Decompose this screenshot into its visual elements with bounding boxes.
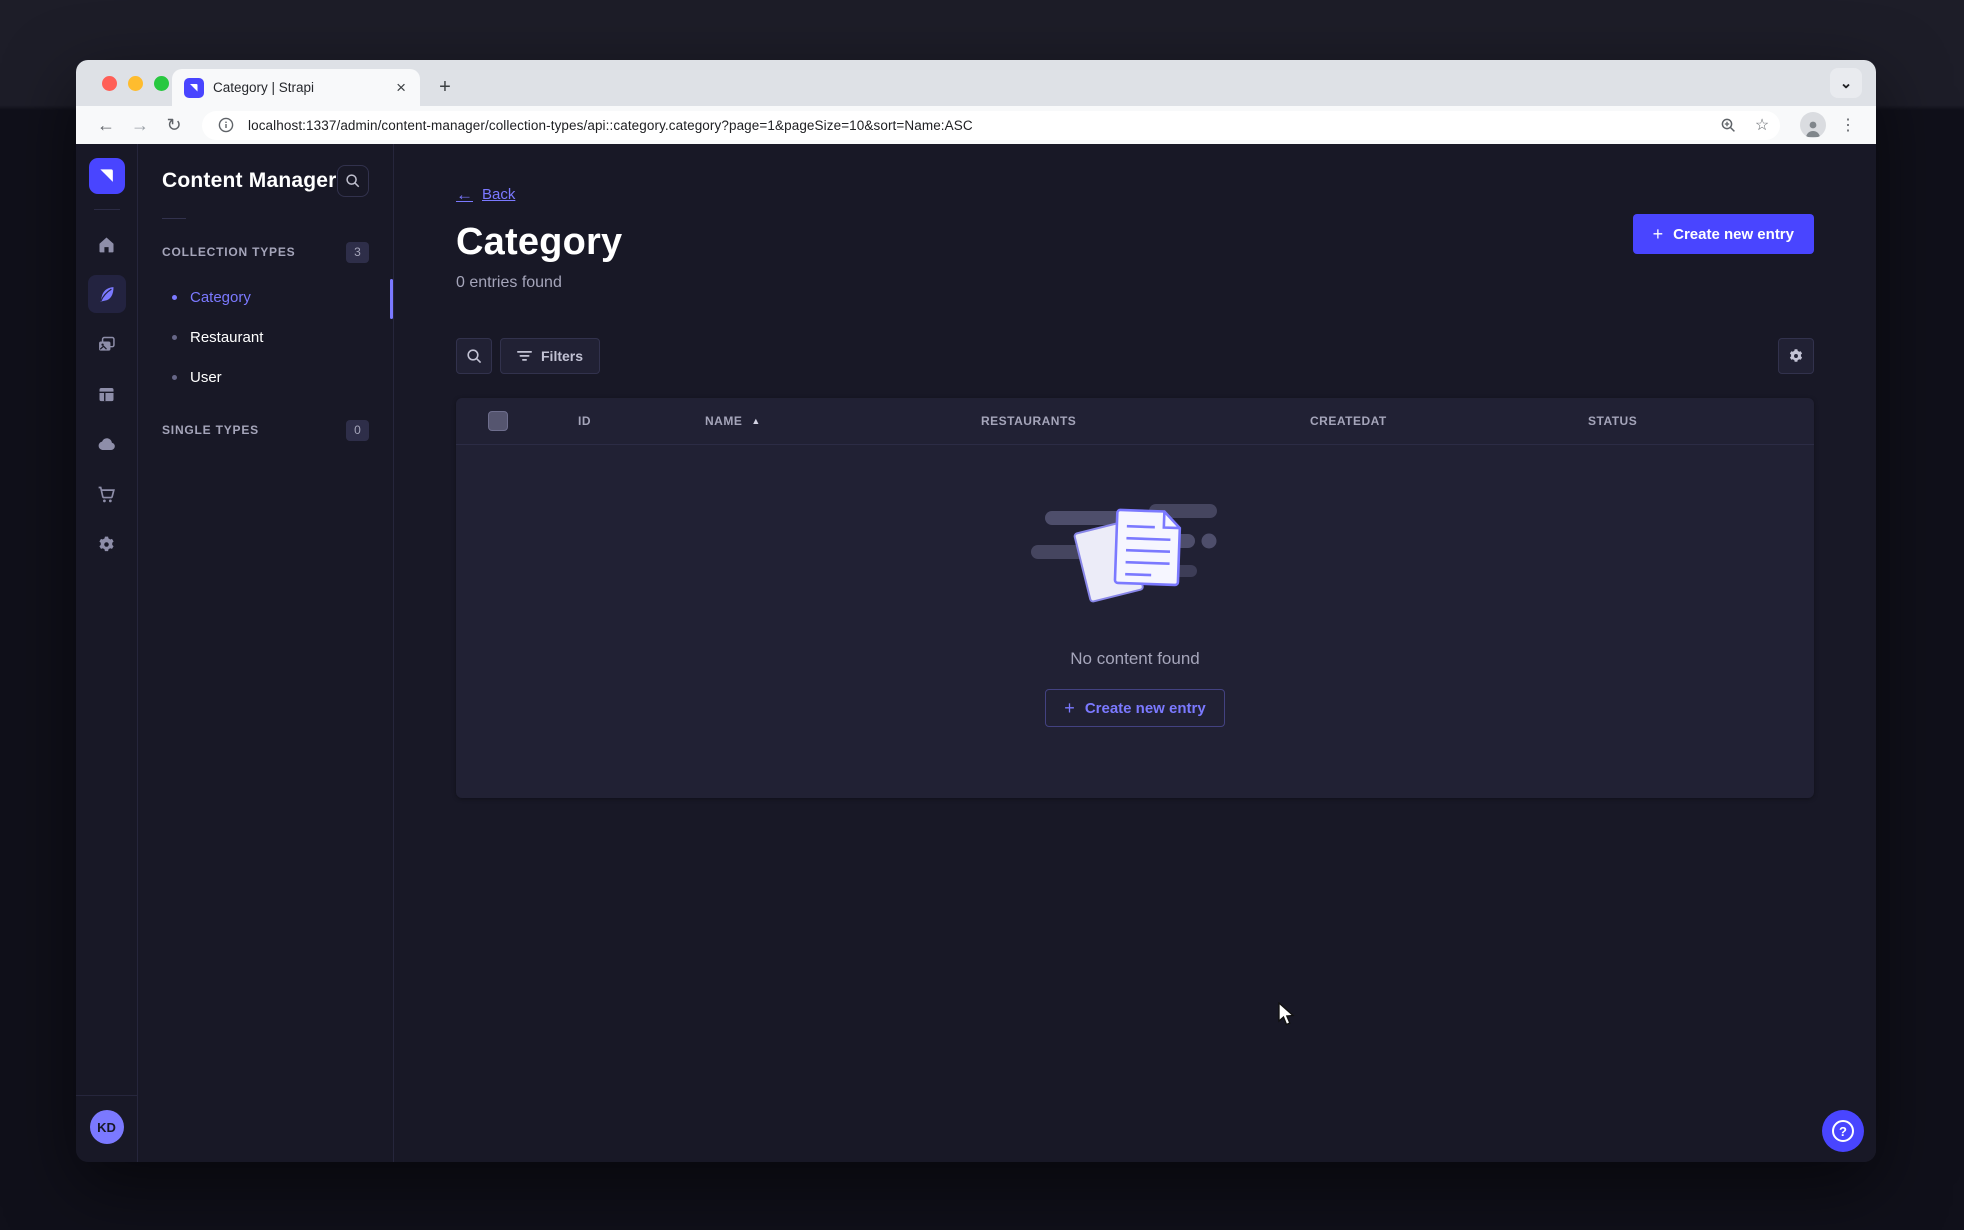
nav-content-type-builder-icon[interactable] — [88, 375, 126, 413]
bullet-icon — [172, 374, 177, 380]
entries-table: ID NAME ▲ RESTAURANTS CREATEDAT STATUS N… — [456, 398, 1814, 798]
nav-cloud-icon[interactable] — [88, 425, 126, 463]
collection-types-section: COLLECTION TYPES 3 — [138, 239, 393, 265]
column-header-restaurants[interactable]: RESTAURANTS — [981, 414, 1310, 428]
single-types-label: SINGLE TYPES — [162, 423, 259, 437]
nav-content-manager-icon[interactable] — [87, 275, 126, 313]
search-button[interactable] — [456, 338, 492, 374]
help-button[interactable]: ? — [1822, 1110, 1864, 1152]
column-header-createdat[interactable]: CREATEDAT — [1310, 414, 1588, 428]
new-tab-button[interactable]: + — [430, 72, 460, 102]
list-toolbar: Filters — [456, 338, 1814, 374]
page-title: Category — [456, 221, 623, 263]
filters-button[interactable]: Filters — [500, 338, 601, 374]
single-types-section: SINGLE TYPES 0 — [138, 417, 393, 443]
create-new-entry-label: Create new entry — [1673, 225, 1794, 243]
traffic-lights — [102, 60, 169, 106]
browser-menu-icon[interactable]: ⋮ — [1836, 115, 1860, 135]
column-header-status[interactable]: STATUS — [1588, 414, 1814, 428]
select-all-checkbox[interactable] — [488, 411, 508, 431]
nav-home-icon[interactable] — [88, 225, 126, 263]
bookmark-star-icon[interactable]: ☆ — [1750, 115, 1774, 135]
empty-state-create-label: Create new entry — [1084, 699, 1206, 717]
column-header-name-label: NAME — [705, 414, 743, 428]
nav-divider — [93, 209, 120, 210]
sidebar-item-label: User — [190, 368, 222, 386]
sidebar-item-category[interactable]: Category — [138, 277, 393, 317]
back-link[interactable]: ← Back — [456, 186, 515, 203]
empty-state-create-button[interactable]: + Create new entry — [1045, 689, 1225, 727]
back-arrow-icon: ← — [456, 185, 473, 204]
panel-title: Content Manager — [162, 169, 337, 192]
plus-icon: + — [1652, 224, 1664, 244]
nav-bottom-divider — [76, 1095, 138, 1096]
browser-tab-strip: Category | Strapi × + ⌄ — [76, 60, 1876, 106]
strapi-logo[interactable] — [88, 158, 125, 194]
close-window-button[interactable] — [102, 75, 117, 91]
minimize-window-button[interactable] — [128, 75, 143, 91]
browser-tab[interactable]: Category | Strapi × — [172, 69, 420, 106]
filter-icon — [517, 350, 532, 362]
zoom-window-button[interactable] — [154, 75, 169, 91]
bullet-icon — [172, 294, 177, 300]
active-item-indicator — [390, 279, 393, 319]
sidebar-item-user[interactable]: User — [138, 357, 393, 397]
panel-divider — [162, 218, 186, 219]
entries-count: 0 entries found — [456, 274, 562, 291]
browser-forward-icon[interactable]: → — [126, 115, 154, 136]
strapi-favicon — [184, 77, 204, 98]
bullet-icon — [172, 334, 177, 340]
view-settings-button[interactable] — [1778, 338, 1814, 374]
sidebar-item-label: Restaurant — [190, 328, 264, 346]
plus-icon: + — [1064, 698, 1075, 718]
collection-types-count-badge: 3 — [346, 241, 369, 263]
tab-title: Category | Strapi — [213, 80, 315, 95]
collection-types-label: COLLECTION TYPES — [162, 245, 296, 259]
tab-search-chevron-icon[interactable]: ⌄ — [1830, 68, 1862, 98]
sidebar-item-restaurant[interactable]: Restaurant — [138, 317, 393, 357]
no-content-illustration — [1031, 504, 1217, 603]
table-header-row: ID NAME ▲ RESTAURANTS CREATEDAT STATUS — [456, 398, 1814, 445]
main-content: ← Back Category 0 entries found + Create… — [394, 144, 1876, 1162]
site-info-icon[interactable] — [214, 117, 238, 133]
empty-state-message: No content found — [1070, 649, 1200, 668]
back-label: Back — [482, 186, 516, 203]
create-new-entry-button[interactable]: + Create new entry — [1632, 214, 1814, 254]
filters-label: Filters — [541, 348, 584, 364]
content-manager-panel: Content Manager COLLECTION TYPES 3 Categ… — [138, 144, 394, 1162]
strapi-app: KD Content Manager COLLECTION TYPES 3 Ca… — [76, 144, 1876, 1162]
column-header-id[interactable]: ID — [578, 414, 705, 428]
user-avatar[interactable]: KD — [89, 1110, 124, 1144]
column-header-name[interactable]: NAME ▲ — [705, 414, 981, 428]
browser-profile-icon[interactable] — [1800, 112, 1826, 138]
nav-marketplace-icon[interactable] — [88, 475, 126, 513]
zoom-page-icon[interactable] — [1716, 117, 1740, 134]
nav-media-library-icon[interactable] — [88, 325, 126, 363]
empty-state: No content found + Create new entry — [456, 445, 1814, 727]
browser-back-icon[interactable]: ← — [92, 115, 120, 136]
browser-reload-icon[interactable]: ↻ — [160, 115, 188, 136]
browser-toolbar: ← → ↻ localhost:1337/admin/content-manag… — [76, 106, 1876, 144]
help-icon: ? — [1832, 1120, 1854, 1142]
nav-settings-icon[interactable] — [88, 525, 126, 563]
browser-window: Category | Strapi × + ⌄ ← → ↻ localhost:… — [76, 60, 1876, 1162]
sort-asc-icon: ▲ — [751, 416, 761, 426]
url-bar[interactable]: localhost:1337/admin/content-manager/col… — [202, 110, 1780, 140]
url-text: localhost:1337/admin/content-manager/col… — [248, 117, 973, 133]
panel-search-button[interactable] — [337, 165, 369, 197]
sidebar-item-label: Category — [190, 288, 251, 306]
main-navigation: KD — [76, 144, 138, 1162]
tab-close-icon[interactable]: × — [394, 78, 408, 98]
single-types-count-badge: 0 — [346, 419, 369, 441]
